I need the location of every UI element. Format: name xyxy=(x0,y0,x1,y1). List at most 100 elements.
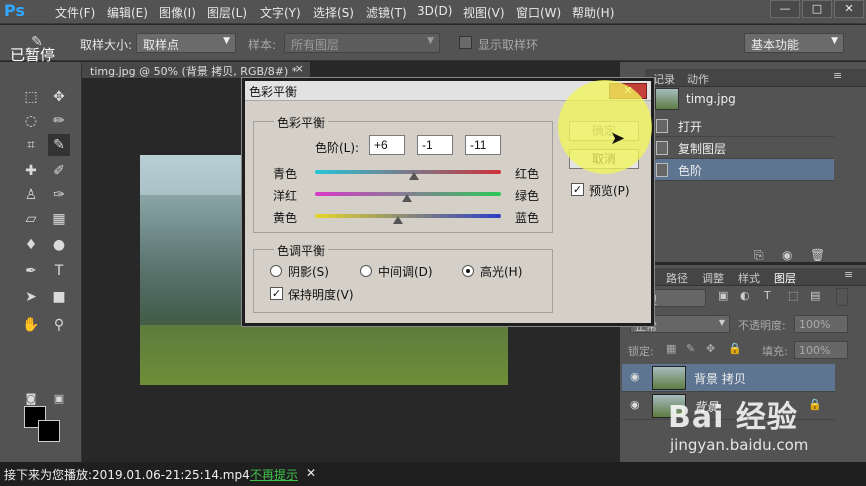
menu-view[interactable]: 视图(V) xyxy=(463,4,505,21)
menu-filter[interactable]: 滤镜(T) xyxy=(366,4,407,21)
menu-select[interactable]: 选择(S) xyxy=(313,4,354,21)
stamp-tool-icon[interactable]: ♙ xyxy=(20,184,42,206)
opacity-input[interactable]: 100% xyxy=(794,315,848,333)
tab-paths[interactable]: 路径 xyxy=(666,270,688,286)
menu-help[interactable]: 帮助(H) xyxy=(572,4,614,21)
history-brush-tool-icon[interactable]: ✑ xyxy=(48,184,70,206)
layer-name: 背景 拷贝 xyxy=(694,372,746,386)
level-magenta-green-input[interactable] xyxy=(417,135,453,155)
marquee-tool-icon[interactable]: ⬚ xyxy=(20,86,42,108)
sample-size-select[interactable]: 取样点 ▼ xyxy=(136,33,236,53)
cursor-highlight xyxy=(558,80,652,174)
gradient-tool-icon[interactable]: ▦ xyxy=(48,208,70,230)
tab-adjustments[interactable]: 调整 xyxy=(702,270,724,286)
trash-icon[interactable]: 🗑 xyxy=(810,248,825,262)
filter-smart-icon[interactable]: ▤ xyxy=(810,289,820,302)
tab-actions[interactable]: 动作 xyxy=(687,71,709,87)
yellow-blue-slider[interactable] xyxy=(315,214,501,218)
document-tab[interactable]: timg.jpg @ 50% (背景 拷贝, RGB/8#) * × xyxy=(82,62,310,78)
tab-styles[interactable]: 样式 xyxy=(738,270,760,286)
pen-tool-icon[interactable]: ✒ xyxy=(20,260,42,282)
dodge-tool-icon[interactable]: ● xyxy=(48,234,70,256)
hand-tool-icon[interactable]: ✋ xyxy=(20,314,42,336)
lock-position-icon[interactable]: ✥ xyxy=(706,342,715,355)
tools-panel: ⬚ ✥ ◌ ✏ ⌗ ✎ ✚ ✐ ♙ ✑ ▱ ▦ ♦ ● ✒ T ➤ ■ ✋ ⚲ … xyxy=(0,62,82,462)
baidu-watermark: Bai 经验 jingyan.baidu.com xyxy=(668,392,808,454)
panel-menu-icon[interactable]: ≡ xyxy=(844,268,853,281)
snapshot-thumbnail[interactable] xyxy=(655,88,679,110)
menu-type[interactable]: 文字(Y) xyxy=(260,4,301,21)
history-item[interactable]: 复制图层 xyxy=(650,137,834,159)
crop-tool-icon[interactable]: ⌗ xyxy=(20,134,42,156)
photoshop-logo: Ps xyxy=(4,1,25,20)
menu-layer[interactable]: 图层(L) xyxy=(207,4,247,21)
slider-right-label: 绿色 xyxy=(515,189,540,203)
background-color-swatch[interactable] xyxy=(38,420,60,442)
cyan-red-slider-thumb[interactable] xyxy=(408,172,419,180)
panel-menu-icon[interactable]: ≡ xyxy=(833,69,842,82)
midtones-radio[interactable] xyxy=(360,265,372,277)
shadows-label: 阴影(S) xyxy=(288,265,329,279)
screen-mode-icon[interactable]: ▣ xyxy=(48,388,70,410)
magenta-green-slider-thumb[interactable] xyxy=(402,194,413,202)
zoom-tool-icon[interactable]: ⚲ xyxy=(48,314,70,336)
dont-show-again-link[interactable]: 不再提示 xyxy=(250,466,298,483)
preserve-luminosity-checkbox[interactable]: ✓ xyxy=(270,287,283,300)
history-item[interactable]: 打开 xyxy=(650,115,834,137)
highlights-radio[interactable] xyxy=(462,265,474,277)
fill-input[interactable]: 100% xyxy=(794,341,848,359)
layer-row[interactable]: ◉ 背景 拷贝 xyxy=(622,364,835,392)
minimize-button[interactable]: — xyxy=(770,0,800,18)
workspace-select[interactable]: 基本功能 ▼ xyxy=(744,33,844,53)
slider-left-label: 黄色 xyxy=(273,211,298,225)
eye-icon[interactable]: ◉ xyxy=(630,398,640,411)
eye-icon[interactable]: ◉ xyxy=(630,370,640,383)
color-balance-group-title: 色彩平衡 xyxy=(274,114,329,131)
brush-tool-icon[interactable]: ✐ xyxy=(48,160,70,182)
filter-toggle[interactable] xyxy=(836,288,848,306)
history-item[interactable]: 色阶 xyxy=(650,159,834,181)
new-snapshot-icon[interactable]: ⎘ xyxy=(754,248,764,263)
quick-select-tool-icon[interactable]: ✏ xyxy=(48,110,70,132)
sample-size-value: 取样点 xyxy=(143,38,180,52)
filter-type-icon[interactable]: T xyxy=(764,289,771,302)
healing-tool-icon[interactable]: ✚ xyxy=(20,160,42,182)
menu-edit[interactable]: 编辑(E) xyxy=(107,4,148,21)
tab-layers[interactable]: 图层 xyxy=(774,270,796,286)
lock-transparency-icon[interactable]: ▦ xyxy=(666,342,676,355)
move-tool-icon[interactable]: ✥ xyxy=(48,86,70,108)
eraser-tool-icon[interactable]: ▱ xyxy=(20,208,42,230)
tone-balance-group-title: 色调平衡 xyxy=(274,242,329,259)
shadows-radio[interactable] xyxy=(270,265,282,277)
filter-adjust-icon[interactable]: ◐ xyxy=(740,289,750,302)
level-cyan-red-input[interactable] xyxy=(369,135,405,155)
lasso-tool-icon[interactable]: ◌ xyxy=(20,110,42,132)
yellow-blue-slider-thumb[interactable] xyxy=(392,216,403,224)
maximize-button[interactable]: □ xyxy=(802,0,832,18)
show-ring-checkbox[interactable] xyxy=(459,36,472,49)
rectangle-tool-icon[interactable]: ■ xyxy=(48,286,70,308)
camera-icon[interactable]: ◉ xyxy=(782,248,792,262)
sample-layers-select[interactable]: 所有图层 ▼ xyxy=(284,33,440,53)
menu-file[interactable]: 文件(F) xyxy=(55,4,95,21)
close-tab-icon[interactable]: × xyxy=(295,62,304,75)
snapshot-name[interactable]: timg.jpg xyxy=(686,92,736,106)
level-yellow-blue-input[interactable] xyxy=(465,135,501,155)
type-tool-icon[interactable]: T xyxy=(48,260,70,282)
blur-tool-icon[interactable]: ♦ xyxy=(20,234,42,256)
close-notice-icon[interactable]: ✕ xyxy=(306,466,316,480)
menu-image[interactable]: 图像(I) xyxy=(159,4,196,21)
mouse-cursor-icon: ➤ xyxy=(610,128,626,149)
preview-checkbox[interactable]: ✓ xyxy=(571,183,584,196)
window-close-button[interactable]: ✕ xyxy=(834,0,864,18)
path-select-tool-icon[interactable]: ➤ xyxy=(20,286,42,308)
eyedropper-tool-icon[interactable]: ✎ xyxy=(48,134,70,156)
menu-window[interactable]: 窗口(W) xyxy=(516,4,561,21)
quick-mask-icon[interactable]: ◙ xyxy=(20,388,42,410)
tab-history[interactable]: 记录 xyxy=(653,71,675,87)
menu-3d[interactable]: 3D(D) xyxy=(417,4,452,18)
lock-all-icon[interactable]: 🔒 xyxy=(728,342,742,355)
lock-pixels-icon[interactable]: ✎ xyxy=(686,342,695,355)
filter-pixel-icon[interactable]: ▣ xyxy=(718,289,728,302)
filter-shape-icon[interactable]: ⬚ xyxy=(788,289,798,302)
